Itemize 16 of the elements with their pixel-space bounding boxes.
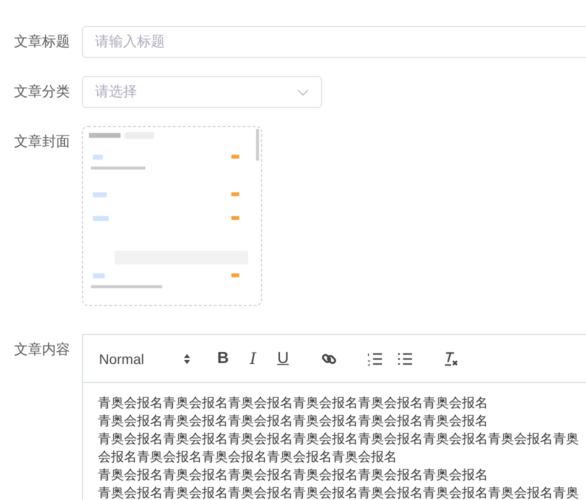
- field-label: 文章标题: [13, 33, 71, 52]
- chevron-down-icon: [297, 88, 309, 96]
- italic-button[interactable]: I: [241, 346, 265, 370]
- field-label: 文章分类: [13, 83, 71, 102]
- field-label: 文章封面: [13, 133, 71, 152]
- editor-paragraph: 青奥会报名青奥会报名青奥会报名青奥会报名青奥会报名青奥会报名: [98, 413, 489, 431]
- field-label: 文章内容: [13, 341, 71, 360]
- heading-dropdown[interactable]: Normal: [99, 346, 191, 370]
- editor-paragraph: 青奥会报名青奥会报名青奥会报名青奥会报名青奥会报名青奥会报名: [98, 467, 489, 485]
- editor-paragraph: 青奥会报名青奥会报名青奥会报名青奥会报名青奥会报名青奥会报名青奥会报名青奥会报名青奥会报名青奥会报名青奥会报名青奥会报名: [98, 431, 580, 467]
- bold-button[interactable]: B: [211, 346, 235, 370]
- editor-paragraph: 青奥会报名青奥会报名青奥会报名青奥会报名青奥会报名青奥会报名青奥会报名青奥: [98, 485, 580, 500]
- sort-arrows-icon: [183, 352, 191, 364]
- title-input[interactable]: 请输入标题: [82, 26, 586, 58]
- editor-paragraph: 青奥会报名青奥会报名青奥会报名青奥会报名青奥会报名青奥会报名: [98, 395, 489, 413]
- underline-button[interactable]: U: [271, 346, 295, 370]
